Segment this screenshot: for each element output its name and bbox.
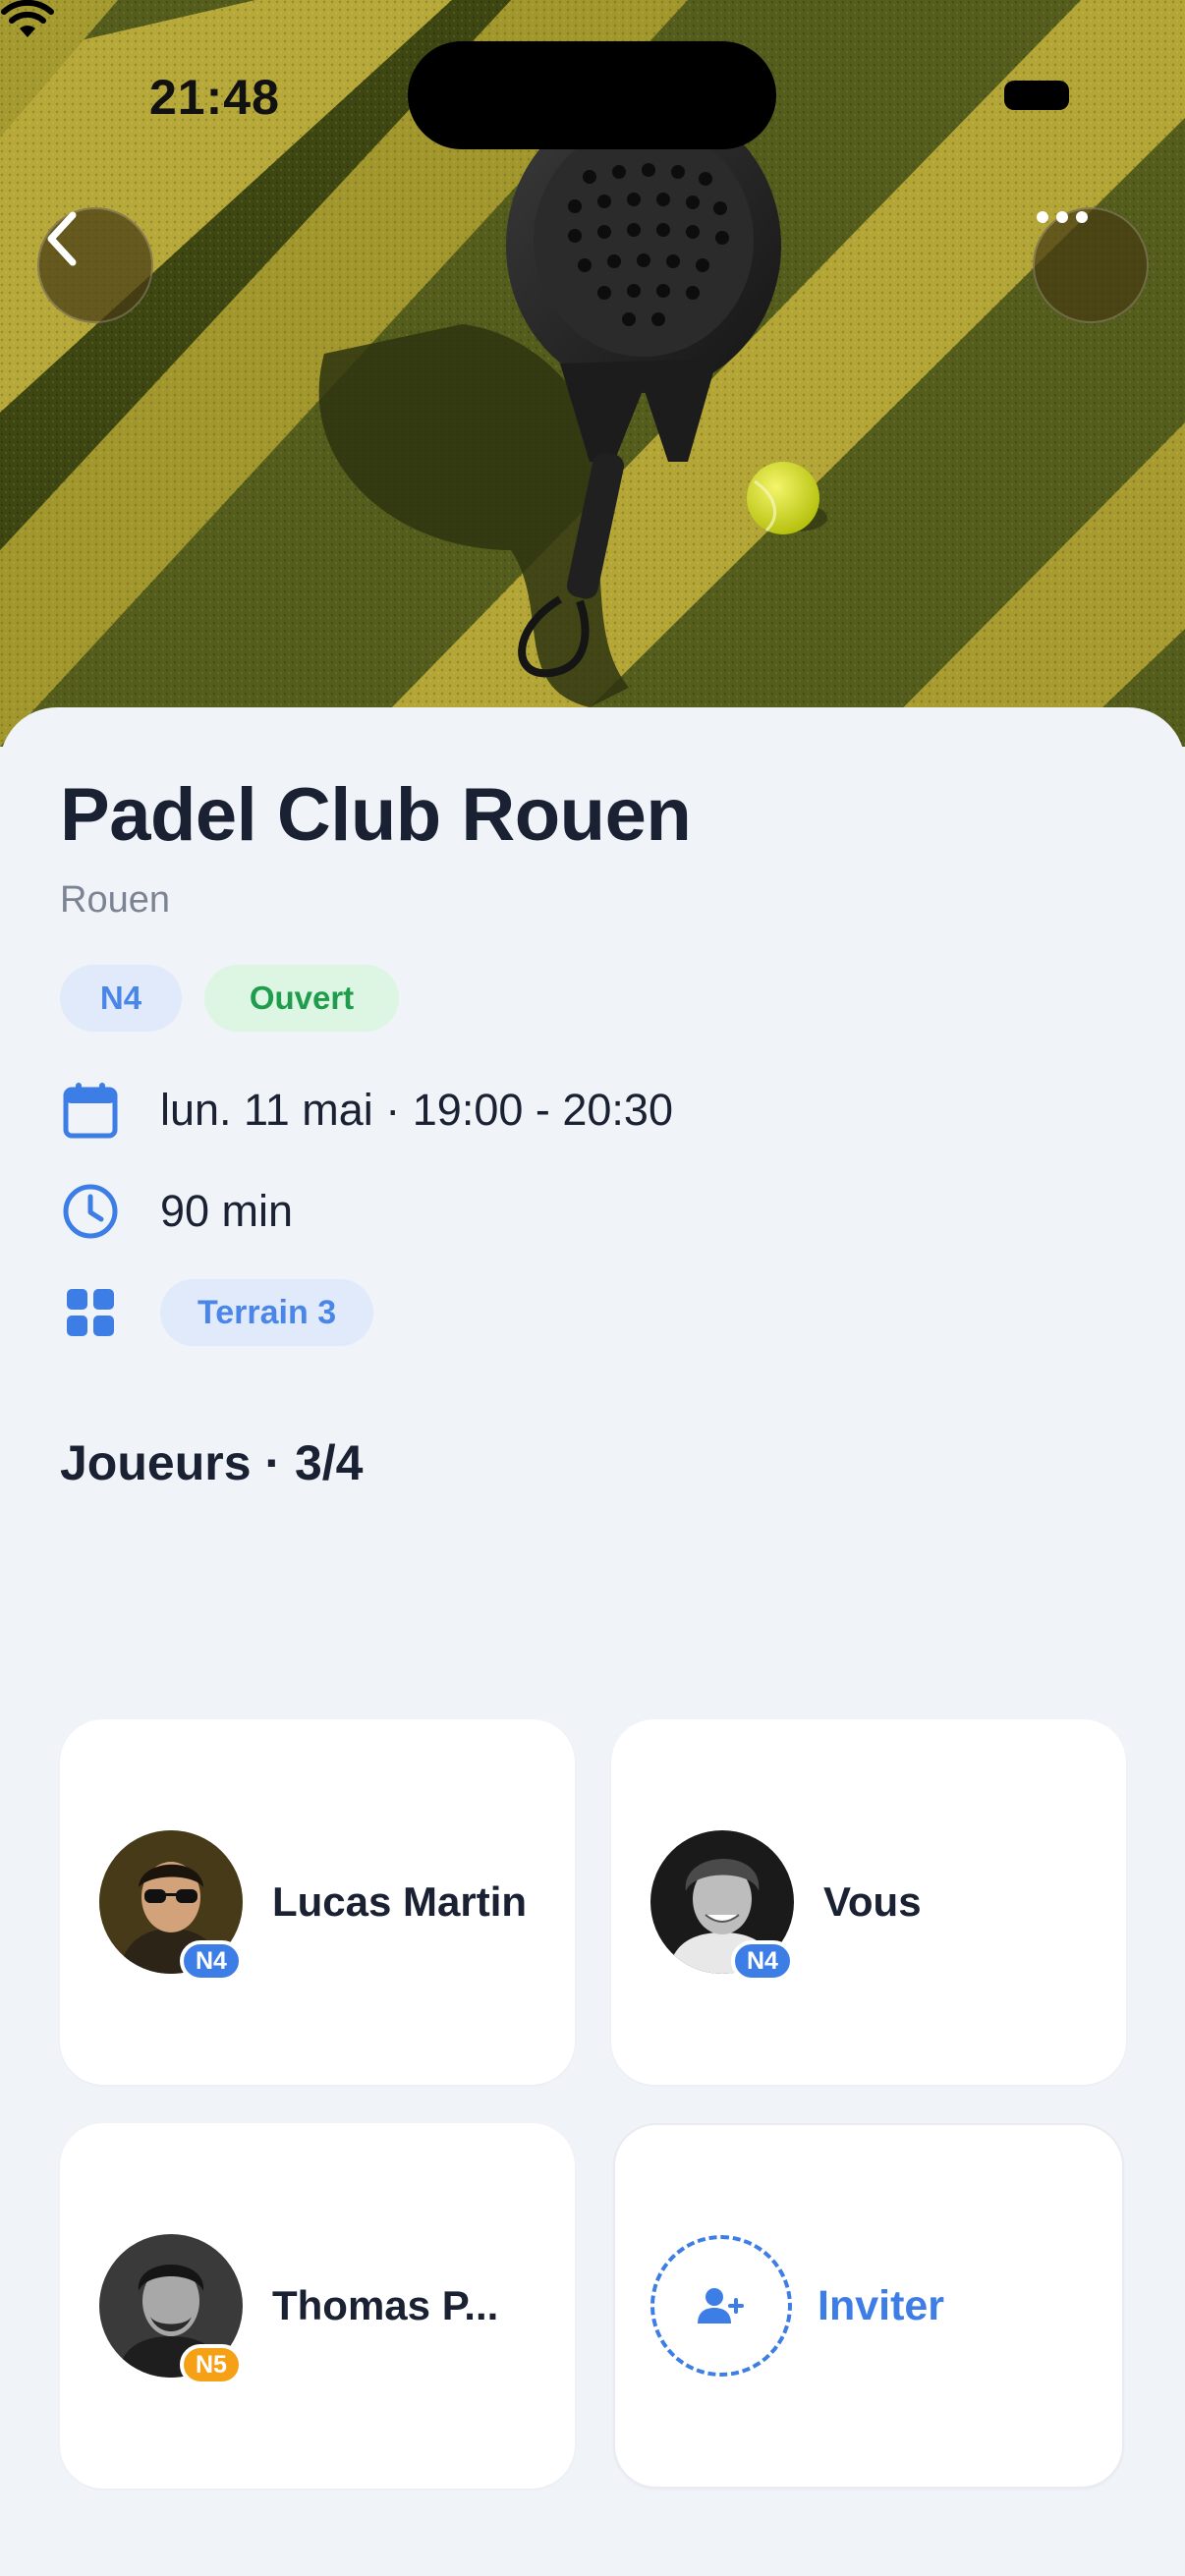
player-level-badge: N4 [731, 1940, 794, 1982]
level-chip: N4 [60, 965, 182, 1032]
status-chip: Ouvert [204, 965, 399, 1032]
player-card[interactable]: N5 Thomas P... [60, 2123, 575, 2489]
more-options-button[interactable] [1033, 207, 1149, 323]
player-card[interactable]: N4 Lucas Martin [60, 1719, 575, 2085]
venue-title: Padel Club Rouen [60, 773, 692, 857]
players-heading: Joueurs · 3/4 [60, 1435, 364, 1490]
match-duration: 90 min [160, 1186, 294, 1236]
match-details-sheet: Padel Club Rouen Rouen N4 Ouvert lun. 11… [0, 707, 1185, 2576]
battery-icon [1004, 81, 1069, 110]
status-time: 21:48 [149, 70, 280, 125]
player-level-badge: N4 [180, 1940, 243, 1982]
avatar-container: N4 [650, 1830, 794, 1982]
grid-icon [60, 1282, 121, 1343]
clock-icon [60, 1181, 121, 1242]
duration-row: 90 min [60, 1177, 293, 1246]
player-name: Lucas Martin [272, 1878, 528, 1925]
status-bar: 21:48 [0, 0, 1185, 187]
player-card[interactable]: N4 Vous [611, 1719, 1126, 2085]
dynamic-island [408, 41, 776, 149]
calendar-icon [60, 1080, 121, 1141]
avatar-container: N5 [99, 2234, 243, 2385]
player-name: Thomas P... [272, 2282, 499, 2328]
invite-button[interactable] [650, 2235, 792, 2377]
add-user-icon [698, 2288, 744, 2324]
venue-city: Rouen [60, 879, 170, 921]
invite-label: Inviter [818, 2281, 945, 2329]
avatar-container: N4 [99, 1830, 243, 1982]
player-level-badge: N5 [180, 2344, 243, 2385]
ellipsis-icon [1037, 211, 1088, 223]
court-chip: Terrain 3 [160, 1279, 374, 1346]
player-name: Vous [823, 1878, 922, 1925]
court-row: Terrain 3 [60, 1278, 374, 1347]
back-button[interactable] [37, 207, 153, 323]
date-row: lun. 11 mai · 19:00 - 20:30 [60, 1076, 673, 1145]
invite-card[interactable]: Inviter [613, 2123, 1124, 2489]
chevron-left-icon [47, 211, 77, 266]
hero-image: 21:48 [0, 0, 1185, 747]
wifi-icon [1, 0, 54, 37]
match-datetime: lun. 11 mai · 19:00 - 20:30 [160, 1085, 673, 1135]
